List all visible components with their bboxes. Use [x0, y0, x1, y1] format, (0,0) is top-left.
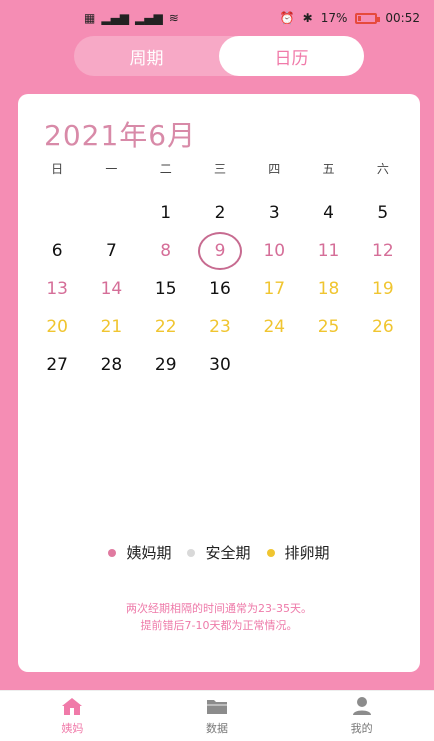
home-icon	[62, 698, 83, 715]
folder-icon	[206, 700, 227, 714]
day-cell[interactable]: 18	[301, 270, 355, 308]
legend-ovulation: 排卵期	[266, 542, 330, 563]
legend-ovulation-label: 排卵期	[284, 544, 330, 562]
nav-profile-label: 我的	[350, 722, 373, 735]
nav-profile[interactable]: 我的	[289, 691, 434, 741]
day-cell[interactable]: 12	[356, 232, 410, 270]
wifi-icon: ≋	[168, 11, 179, 25]
day-cell[interactable]: 5	[356, 194, 410, 232]
cycle-note: 两次经期相隔的时间通常为23-35天。 提前错后7-10天都为正常情况。	[18, 600, 420, 634]
signal-icon: ▂▄▆	[135, 11, 163, 25]
day-cell[interactable]: 1	[139, 194, 193, 232]
day-cell[interactable]: 7	[84, 232, 138, 270]
status-right: ⏰ ✱ 17% 00:52	[280, 11, 420, 25]
battery-icon	[355, 12, 381, 24]
nav-data[interactable]: 数据	[145, 691, 290, 741]
bottom-nav: 姨妈 数据 我的	[0, 690, 434, 741]
alarm-icon: ⏰	[279, 11, 295, 25]
signal-icon: ▂▄▆	[101, 11, 130, 25]
day-cell[interactable]: 15	[139, 270, 193, 308]
day-cell[interactable]: 17	[247, 270, 301, 308]
tab-calendar[interactable]: 日历	[219, 36, 364, 76]
note-line-2: 提前错后7-10天都为正常情况。	[140, 619, 298, 632]
legend-period-label: 姨妈期	[126, 544, 172, 562]
bluetooth-icon: ✱	[302, 11, 313, 25]
weekday-sun: 日	[51, 162, 64, 176]
day-cell[interactable]: 26	[356, 308, 410, 346]
clock: 00:52	[385, 11, 420, 25]
weekday-fri: 五	[322, 162, 335, 176]
day-cell[interactable]: 3	[247, 194, 301, 232]
weekday-mon: 一	[105, 162, 118, 176]
period-calendar-toggle: 周期 日历	[74, 36, 364, 76]
day-cell[interactable]: 23	[193, 308, 247, 346]
day-cell[interactable]: 27	[30, 346, 84, 384]
day-cell[interactable]: 11	[301, 232, 355, 270]
day-grid: 1 2 3 4 5 6 7 8 9 10 11 12 13 14 15 16 17 18 19 20 21 22 23 24 2…	[30, 194, 410, 384]
day-cell[interactable]: 22	[139, 308, 193, 346]
month-title: 2021年6月	[44, 119, 197, 152]
day-cell[interactable]: 4	[301, 194, 355, 232]
empty-day-cell	[84, 194, 138, 232]
status-bar: ▦ ▂▄▆ ▂▄▆ ≋ ⏰ ✱ 17% 00:52	[0, 0, 434, 36]
empty-day-cell	[30, 194, 84, 232]
weekday-tue: 二	[159, 162, 172, 176]
nav-data-label: 数据	[205, 722, 228, 735]
safe-dot-icon	[187, 548, 196, 557]
weekday-thu: 四	[268, 162, 281, 176]
today-cell[interactable]: 9	[193, 232, 247, 270]
ovulation-dot-icon	[266, 548, 275, 557]
day-cell[interactable]: 20	[30, 308, 84, 346]
legend-safe: 安全期	[187, 542, 251, 563]
calendar-card: 2021年6月 日 一 二 三 四 五 六 1 2 3 4 5 6 7 8 9 10 11 12 13 1…	[18, 94, 420, 672]
day-cell[interactable]: 6	[30, 232, 84, 270]
day-cell[interactable]: 14	[84, 270, 138, 308]
weekday-sat: 六	[376, 162, 389, 176]
note-line-1: 两次经期相隔的时间通常为23-35天。	[126, 602, 312, 615]
day-cell[interactable]: 13	[30, 270, 84, 308]
day-cell[interactable]: 19	[356, 270, 410, 308]
day-cell[interactable]: 2	[193, 194, 247, 232]
day-cell[interactable]: 29	[139, 346, 193, 384]
day-cell[interactable]: 25	[301, 308, 355, 346]
qr-icon: ▦	[84, 11, 96, 25]
legend-period: 姨妈期	[108, 542, 171, 563]
nav-period-label: 姨妈	[61, 722, 84, 735]
status-left: ▦ ▂▄▆ ▂▄▆ ≋	[84, 12, 179, 24]
tab-cycle[interactable]: 周期	[74, 36, 219, 76]
day-cell[interactable]: 30	[193, 346, 247, 384]
legend-safe-label: 安全期	[205, 544, 251, 562]
day-cell[interactable]: 10	[247, 232, 301, 270]
period-dot-icon	[108, 548, 117, 557]
day-cell[interactable]: 24	[247, 308, 301, 346]
day-cell[interactable]: 8	[139, 232, 193, 270]
nav-period[interactable]: 姨妈	[0, 691, 145, 741]
battery-percent: 17%	[320, 11, 348, 25]
weekday-wed: 三	[213, 162, 226, 176]
day-cell[interactable]: 16	[193, 270, 247, 308]
weekday-row: 日 一 二 三 四 五 六	[30, 160, 410, 177]
day-cell[interactable]: 28	[84, 346, 138, 384]
legend: 姨妈期 安全期 排卵期	[18, 542, 420, 563]
day-cell[interactable]: 21	[84, 308, 138, 346]
user-icon	[352, 697, 371, 715]
